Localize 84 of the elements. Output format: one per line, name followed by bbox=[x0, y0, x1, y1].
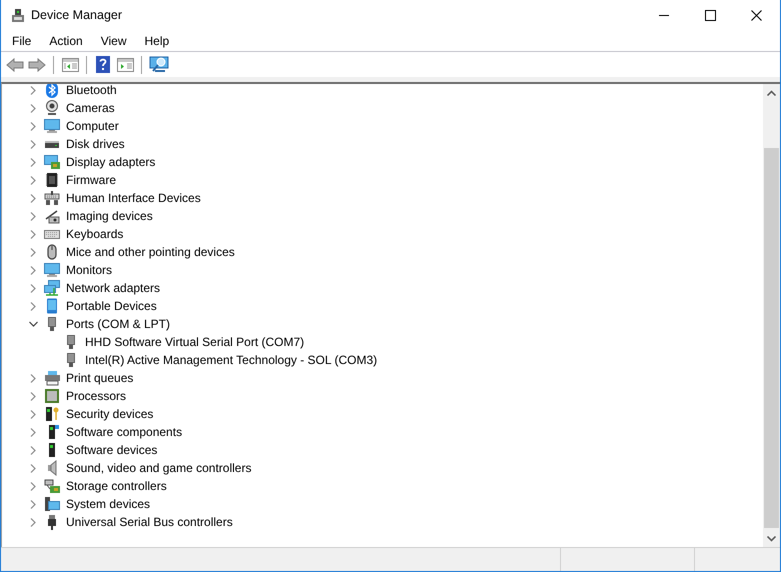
expand-chevron-icon[interactable] bbox=[30, 374, 36, 382]
window-pane-icon bbox=[116, 58, 134, 72]
monitor-magnifier-icon bbox=[149, 56, 169, 73]
vertical-scrollbar[interactable] bbox=[763, 84, 780, 547]
tree-item-label[interactable]: Universal Serial Bus controllers bbox=[65, 514, 234, 530]
expand-chevron-icon[interactable] bbox=[30, 410, 36, 418]
tree-item-label[interactable]: Computer bbox=[65, 118, 120, 134]
expand-chevron-icon[interactable] bbox=[30, 86, 36, 94]
expand-chevron-icon[interactable] bbox=[30, 302, 36, 310]
tree-item-label[interactable]: Network adapters bbox=[65, 280, 162, 296]
expand-chevron-icon[interactable] bbox=[30, 464, 36, 472]
storage-controller-icon bbox=[44, 478, 60, 494]
window-pane-icon bbox=[62, 58, 78, 72]
back-arrow-icon bbox=[6, 58, 24, 72]
expand-chevron-icon[interactable] bbox=[30, 212, 36, 220]
tree-item-label[interactable]: Software components bbox=[65, 424, 184, 440]
expand-chevron-icon[interactable] bbox=[30, 428, 36, 436]
expand-chevron-icon[interactable] bbox=[30, 446, 36, 454]
close-icon bbox=[750, 10, 762, 21]
chip-icon bbox=[44, 172, 60, 188]
tree-item-label[interactable]: Processors bbox=[65, 388, 128, 404]
tree-item-label[interactable]: Storage controllers bbox=[65, 478, 168, 494]
system-monitor-icon bbox=[44, 496, 60, 512]
tree-item-label[interactable]: Firmware bbox=[65, 172, 117, 188]
expand-chevron-icon[interactable] bbox=[30, 500, 36, 508]
tree-item-label[interactable]: Portable Devices bbox=[65, 298, 158, 314]
monitor-icon bbox=[44, 118, 60, 134]
tree-item-label[interactable]: Sound, video and game controllers bbox=[65, 460, 252, 476]
menu-item[interactable]: View bbox=[96, 32, 132, 50]
expand-chevron-icon[interactable] bbox=[30, 248, 36, 256]
expand-chevron-icon[interactable] bbox=[30, 284, 36, 292]
maximize-icon bbox=[704, 10, 716, 21]
tree-item-label[interactable]: Cameras bbox=[65, 100, 116, 116]
monitor-icon bbox=[44, 262, 60, 278]
scrollbar-thumb[interactable] bbox=[764, 148, 779, 528]
help-icon bbox=[96, 56, 110, 73]
tree-item-label[interactable]: Security devices bbox=[65, 406, 154, 422]
tree-item-label[interactable]: Monitors bbox=[65, 262, 114, 278]
tree-item-label[interactable]: Intel(R) Active Management Technology - SOL (COM3) bbox=[84, 352, 378, 368]
scan-hardware-button[interactable] bbox=[148, 54, 170, 74]
tree-item-label[interactable]: HHD Software Virtual Serial Port (COM7) bbox=[84, 334, 306, 350]
expand-chevron-icon[interactable] bbox=[30, 230, 36, 238]
minimize-icon bbox=[659, 15, 669, 16]
scroll-down-icon[interactable] bbox=[767, 536, 776, 542]
keyboard-joystick-icon bbox=[44, 190, 60, 206]
tree-item-label[interactable]: Bluetooth bbox=[65, 84, 118, 98]
tree-item-label[interactable]: Print queues bbox=[65, 370, 134, 386]
collapse-chevron-icon[interactable] bbox=[28, 321, 38, 327]
forward-arrow-icon bbox=[28, 58, 46, 72]
window-title: Device Manager bbox=[31, 7, 122, 24]
display-card-icon bbox=[44, 154, 60, 170]
help-button[interactable] bbox=[93, 54, 113, 74]
scroll-up-icon[interactable] bbox=[767, 90, 776, 96]
tower-key-icon bbox=[44, 406, 60, 422]
tree-item-label[interactable]: Display adapters bbox=[65, 154, 156, 170]
tablet-icon bbox=[44, 298, 60, 314]
expand-chevron-icon[interactable] bbox=[30, 518, 36, 526]
expand-chevron-icon[interactable] bbox=[30, 194, 36, 202]
tree-item-label[interactable]: Imaging devices bbox=[65, 208, 154, 224]
scanner-icon bbox=[44, 208, 60, 224]
expand-chevron-icon[interactable] bbox=[30, 392, 36, 400]
disk-drive-icon bbox=[44, 140, 60, 148]
processor-icon bbox=[44, 388, 60, 404]
tree-item-label[interactable]: Disk drives bbox=[65, 136, 126, 152]
tree-item-label[interactable]: Human Interface Devices bbox=[65, 190, 202, 206]
tree-item-label[interactable]: Mice and other pointing devices bbox=[65, 244, 236, 260]
network-monitors-icon bbox=[44, 280, 60, 296]
tree-item-label[interactable]: Software devices bbox=[65, 442, 158, 458]
menu-item[interactable]: Help bbox=[140, 32, 174, 50]
webcam-icon bbox=[44, 100, 60, 116]
tree-item-label[interactable]: Ports (COM & LPT) bbox=[65, 316, 172, 332]
expand-chevron-icon[interactable] bbox=[30, 176, 36, 184]
expand-chevron-icon[interactable] bbox=[30, 158, 36, 166]
menu-item[interactable]: Action bbox=[44, 32, 88, 50]
menu-item[interactable]: File bbox=[7, 32, 36, 50]
expand-chevron-icon[interactable] bbox=[30, 104, 36, 112]
printer-icon bbox=[44, 370, 60, 386]
expand-chevron-icon[interactable] bbox=[30, 140, 36, 148]
tree-item-label[interactable]: System devices bbox=[65, 496, 152, 512]
expand-chevron-icon[interactable] bbox=[30, 122, 36, 130]
app-icon bbox=[10, 8, 26, 24]
expand-chevron-icon[interactable] bbox=[30, 266, 36, 274]
expand-chevron-icon[interactable] bbox=[30, 482, 36, 490]
tree-item-label[interactable]: Keyboards bbox=[65, 226, 124, 242]
